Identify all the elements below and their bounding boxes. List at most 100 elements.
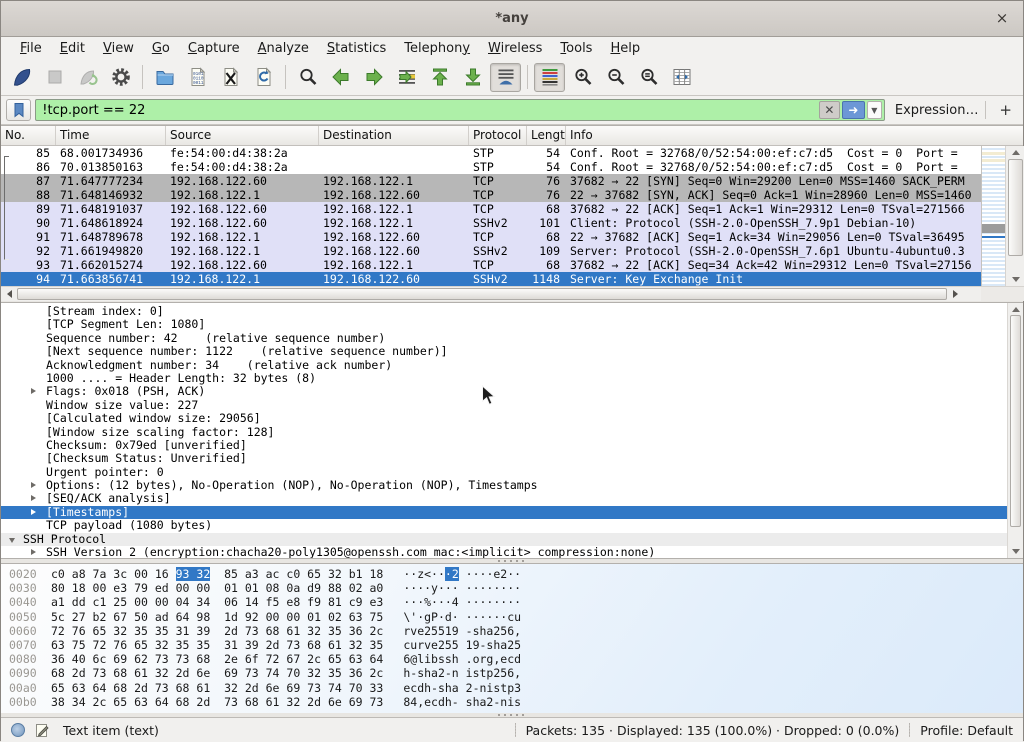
detail-row[interactable]: [Checksum Status: Unverified] [1, 452, 1023, 465]
column-header-proto[interactable]: Protocol [469, 126, 527, 145]
expand-arrow-icon[interactable] [31, 509, 36, 515]
hex-row-0040[interactable]: 0040a1 dd c1 25 00 00 04 34 06 14 f5 e8 … [1, 595, 1023, 609]
packet-row-87[interactable]: 8771.647777234192.168.122.60192.168.122.… [1, 174, 981, 188]
vscroll-thumb[interactable] [1008, 159, 1023, 256]
hex-row-00b0[interactable]: 00b038 34 2c 65 63 64 68 2d 73 68 61 32 … [1, 695, 1023, 709]
hex-row-0070[interactable]: 007063 75 72 76 65 32 35 35 31 39 2d 73 … [1, 638, 1023, 652]
scroll-right-button[interactable] [947, 287, 963, 301]
detail-row[interactable]: [Window size scaling factor: 128] [1, 426, 1023, 439]
packet-row-88[interactable]: 8871.648146932192.168.122.1192.168.122.6… [1, 188, 981, 202]
expand-arrow-icon[interactable] [31, 495, 36, 501]
detail-row[interactable]: Acknowledgment number: 34 (relative ack … [1, 359, 1023, 372]
detail-row[interactable]: SSH Version 2 (encryption:chacha20-poly1… [1, 546, 1023, 559]
detail-row[interactable]: Sequence number: 42 (relative sequence n… [1, 332, 1023, 345]
packet-list-hscrollbar[interactable] [1, 286, 981, 301]
column-header-info[interactable]: Info [566, 126, 1023, 145]
hex-row-0080[interactable]: 008036 40 6c 69 62 73 73 68 2e 6f 72 67 … [1, 652, 1023, 666]
expand-arrow-icon[interactable] [31, 549, 36, 555]
filter-bookmark-button[interactable] [6, 99, 31, 121]
detail-row[interactable]: [Calculated window size: 29056] [1, 412, 1023, 425]
detail-row[interactable]: [Timestamps] [1, 506, 1023, 519]
detail-row[interactable]: [Next sequence number: 1122 (relative se… [1, 345, 1023, 358]
detail-row[interactable]: [TCP Segment Len: 1080] [1, 318, 1023, 331]
column-header-src[interactable]: Source [166, 126, 319, 145]
packet-row-89[interactable]: 8971.648191037192.168.122.60192.168.122.… [1, 202, 981, 216]
profile-status[interactable]: Profile: Default [920, 723, 1013, 738]
column-header-no[interactable]: No. [1, 126, 56, 145]
colorize-toggle[interactable] [534, 63, 565, 92]
menu-go[interactable]: Go [143, 41, 179, 56]
scroll-left-button[interactable] [1, 287, 17, 301]
window-close-button[interactable]: × [987, 1, 1017, 36]
go-forward-button[interactable] [358, 63, 389, 92]
go-to-last-button[interactable] [457, 63, 488, 92]
detail-row[interactable]: [Stream index: 0] [1, 305, 1023, 318]
column-header-time[interactable]: Time [56, 126, 166, 145]
restart-capture-button[interactable] [72, 63, 103, 92]
zoom-in-button[interactable] [567, 63, 598, 92]
detail-row[interactable]: SSH Protocol [1, 533, 1023, 546]
capture-options-button[interactable] [105, 63, 136, 92]
packet-row-94[interactable]: 9471.663856741192.168.122.1192.168.122.6… [1, 272, 981, 286]
add-filter-button[interactable]: + [993, 101, 1018, 119]
packet-row-90[interactable]: 9071.648618924192.168.122.60192.168.122.… [1, 216, 981, 230]
detail-row[interactable]: [SEQ/ACK analysis] [1, 492, 1023, 505]
pane-splitter[interactable] [1, 559, 1023, 563]
expand-arrow-icon[interactable] [31, 388, 36, 394]
go-back-button[interactable] [325, 63, 356, 92]
open-file-button[interactable] [149, 63, 180, 92]
menu-file[interactable]: File [11, 41, 51, 56]
menu-help[interactable]: Help [601, 41, 649, 56]
detail-row[interactable]: Window size value: 227 [1, 399, 1023, 412]
go-to-first-button[interactable] [424, 63, 455, 92]
menu-statistics[interactable]: Statistics [318, 41, 395, 56]
details-vscrollbar[interactable] [1007, 303, 1023, 558]
filter-apply-button[interactable]: ➜ [842, 101, 865, 119]
auto-scroll-toggle[interactable] [490, 63, 521, 92]
menu-telephony[interactable]: Telephony [395, 41, 479, 56]
menu-capture[interactable]: Capture [179, 41, 249, 56]
zoom-reset-button[interactable] [633, 63, 664, 92]
packet-row-85[interactable]: 8568.001734936fe:54:00:d4:38:2aSTP54Conf… [1, 146, 981, 160]
capture-comment-icon[interactable] [35, 723, 49, 738]
packet-list-vscrollbar[interactable] [1005, 146, 1024, 286]
stop-capture-button[interactable] [39, 63, 70, 92]
column-header-dst[interactable]: Destination [319, 126, 469, 145]
packet-row-91[interactable]: 9171.648789678192.168.122.1192.168.122.6… [1, 230, 981, 244]
display-filter-input[interactable] [36, 100, 819, 120]
detail-row[interactable]: TCP payload (1080 bytes) [1, 519, 1023, 532]
hex-row-0060[interactable]: 006072 76 65 32 35 35 31 39 2d 73 68 61 … [1, 624, 1023, 638]
detail-row[interactable]: Flags: 0x018 (PSH, ACK) [1, 385, 1023, 398]
resize-columns-button[interactable] [666, 63, 697, 92]
expression-button[interactable]: Expression… [895, 103, 979, 118]
go-to-packet-button[interactable] [391, 63, 422, 92]
menu-edit[interactable]: Edit [51, 41, 94, 56]
pane-splitter[interactable] [1, 713, 1023, 717]
detail-row[interactable]: Checksum: 0x79ed [unverified] [1, 439, 1023, 452]
detail-row[interactable]: Urgent pointer: 0 [1, 466, 1023, 479]
hex-row-0020[interactable]: 0020c0 a8 7a 3c 00 16 93 32 85 a3 ac c0 … [1, 567, 1023, 581]
start-capture-button[interactable] [6, 63, 37, 92]
hex-row-0030[interactable]: 003080 18 00 e3 79 ed 00 00 01 01 08 0a … [1, 581, 1023, 595]
filter-history-dropdown[interactable]: ▼ [867, 101, 882, 119]
column-header-len[interactable]: Length [527, 126, 566, 145]
scroll-down-button[interactable] [1008, 545, 1023, 558]
filter-clear-button[interactable]: ✕ [819, 101, 840, 119]
packet-list-minimap[interactable] [981, 146, 1005, 286]
scroll-down-button[interactable] [1006, 273, 1024, 286]
scroll-up-button[interactable] [1006, 146, 1024, 159]
collapse-arrow-icon[interactable] [9, 538, 15, 543]
menu-wireless[interactable]: Wireless [479, 41, 551, 56]
menu-tools[interactable]: Tools [551, 41, 601, 56]
hex-row-0050[interactable]: 00505c 27 b2 67 50 ad 64 98 1d 92 00 00 … [1, 610, 1023, 624]
zoom-out-button[interactable] [600, 63, 631, 92]
save-file-button[interactable]: 010101100011 [182, 63, 213, 92]
hex-row-00a0[interactable]: 00a065 63 64 68 2d 73 68 61 32 2d 6e 69 … [1, 681, 1023, 695]
packet-row-93[interactable]: 9371.662015274192.168.122.60192.168.122.… [1, 258, 981, 272]
window-titlebar[interactable]: *any × [1, 1, 1023, 37]
close-file-button[interactable] [215, 63, 246, 92]
detail-row[interactable]: 1000 .... = Header Length: 32 bytes (8) [1, 372, 1023, 385]
expert-info-icon[interactable] [11, 723, 25, 737]
details-vscroll-thumb[interactable] [1010, 315, 1021, 527]
menu-view[interactable]: View [94, 41, 143, 56]
